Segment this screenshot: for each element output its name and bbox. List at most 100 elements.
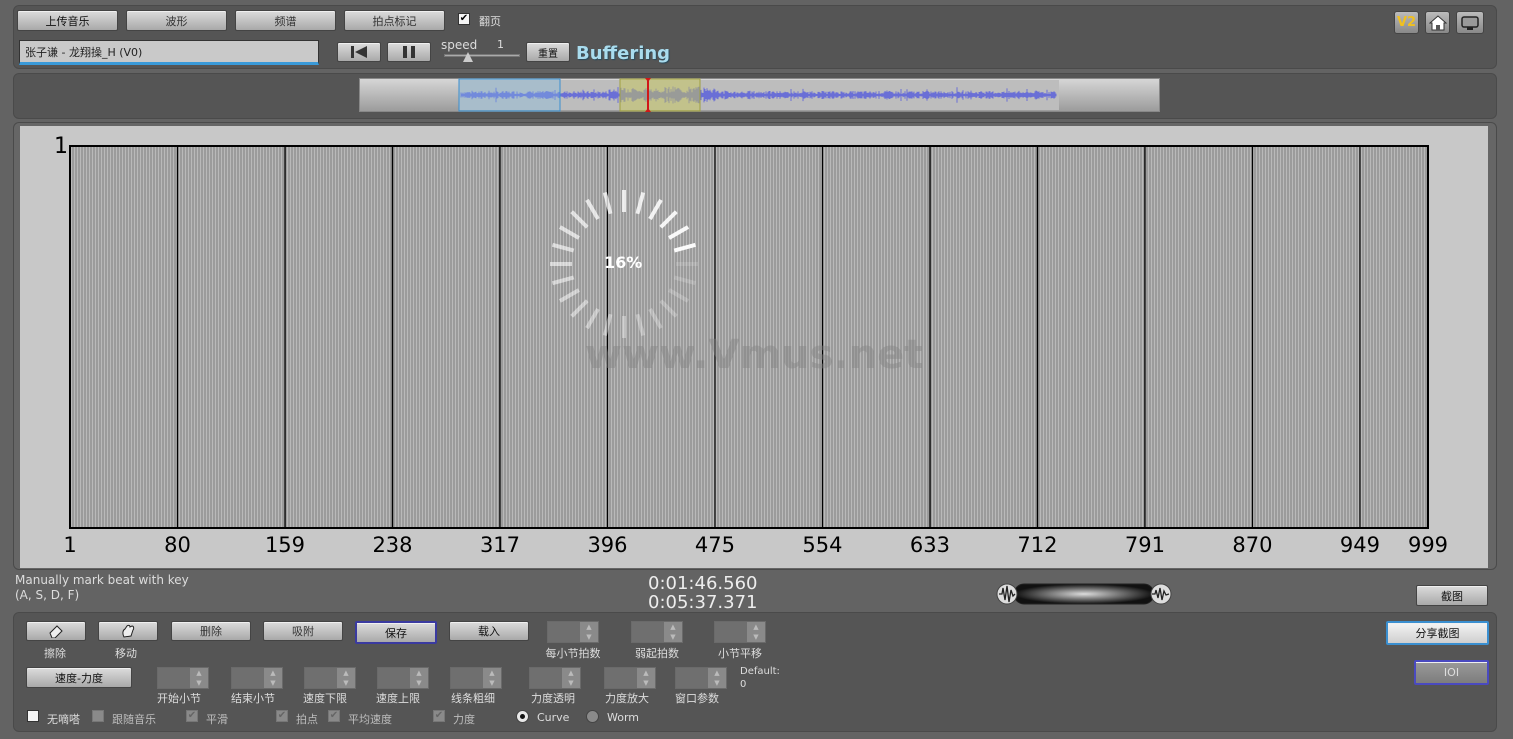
skip-to-start-button[interactable] [337, 42, 381, 62]
start-bar-label: 开始小节 [157, 692, 201, 705]
smooth-checkbox[interactable]: ✔ [186, 710, 198, 722]
time-total: 0:05:37.371 [648, 592, 758, 613]
follow-music-label: 跟随音乐 [112, 713, 156, 726]
erase-label: 擦除 [44, 647, 66, 660]
beats-per-bar-stepper[interactable]: ▲ ▼ [547, 621, 599, 643]
force-scale-stepper[interactable]: ▲ ▼ [604, 667, 656, 689]
x-tick-label: 554 [802, 533, 843, 557]
force-scale-label: 力度放大 [605, 692, 649, 705]
x-tick-label: 633 [909, 533, 951, 557]
move-button[interactable] [98, 621, 158, 641]
snap-button[interactable]: 吸附 [263, 621, 343, 641]
x-tick-label: 791 [1124, 533, 1166, 557]
overview-view-window [458, 78, 561, 112]
speed-force-button[interactable]: 速度-力度 [26, 667, 132, 688]
speed-slider-handle[interactable] [463, 52, 473, 62]
x-tick-label: 999 [1407, 533, 1449, 557]
hint-line-1: Manually mark beat with key [15, 573, 189, 587]
beat-point-checkbox[interactable]: ✔ [276, 710, 288, 722]
watermark: www.Vmus.net [585, 332, 923, 378]
x-tick-label: 712 [1017, 533, 1058, 557]
beat-mark-button[interactable]: 拍点标记 [344, 10, 445, 31]
window-param-stepper[interactable]: ▲ ▼ [675, 667, 727, 689]
overview-waveform[interactable] [359, 78, 1160, 112]
erase-button[interactable] [26, 621, 86, 641]
worm-label: Worm [607, 711, 640, 724]
skip-back-icon [351, 46, 367, 58]
home-button[interactable] [1425, 11, 1450, 34]
speed-value: 1 [497, 38, 504, 51]
follow-music-checkbox[interactable] [92, 710, 104, 722]
window-param-label: 窗口参数 [675, 692, 719, 705]
pause-button[interactable] [387, 42, 431, 62]
monitor-icon [1461, 15, 1479, 30]
loading-percent: 16% [604, 253, 643, 272]
default-value: 0 [740, 679, 747, 690]
line-width-stepper[interactable]: ▲ ▼ [450, 667, 502, 689]
curve-radio[interactable] [516, 710, 529, 723]
x-tick-label: 80 [164, 533, 191, 557]
end-bar-label: 结束小节 [231, 692, 275, 705]
x-tick-label: 475 [694, 533, 736, 557]
page-turn-checkbox[interactable]: ✔ [458, 13, 470, 25]
speed-label: speed [441, 38, 478, 52]
line-width-label: 线条粗细 [451, 692, 495, 705]
time-current: 0:01:46.560 [648, 573, 758, 594]
end-bar-stepper[interactable]: ▲ ▼ [231, 667, 283, 689]
worm-radio[interactable] [586, 710, 599, 723]
reset-button[interactable]: 重置 [526, 42, 570, 62]
song-title-field[interactable]: 张子谦 - 龙翔操_H (V0) [19, 40, 319, 65]
page-turn-label: 翻页 [479, 15, 501, 28]
volume-control[interactable] [996, 582, 1172, 606]
speed-min-stepper[interactable]: ▲ ▼ [304, 667, 356, 689]
overview-selection [619, 78, 701, 112]
speed-min-label: 速度下限 [303, 692, 347, 705]
buffering-text: Buffering [576, 43, 671, 64]
beat-chart[interactable]: www.Vmus.net [20, 126, 1488, 568]
beats-per-bar-label: 每小节拍数 [545, 647, 601, 660]
x-tick-label: 949 [1339, 533, 1380, 557]
speed-max-stepper[interactable]: ▲ ▼ [377, 667, 429, 689]
bar-shift-label: 小节平移 [718, 647, 762, 660]
x-tick-label: 396 [587, 533, 628, 557]
x-tick-label: 870 [1232, 533, 1273, 557]
version-badge[interactable]: V2 [1394, 11, 1419, 34]
home-icon [1428, 14, 1447, 30]
delete-button[interactable]: 删除 [171, 621, 251, 641]
force-transparency-stepper[interactable]: ▲ ▼ [529, 667, 581, 689]
no-metronome-label: 无嘀嗒 [47, 713, 80, 726]
waveform-button[interactable]: 波形 [126, 10, 227, 31]
force-label: 力度 [453, 713, 475, 726]
no-metronome-checkbox[interactable] [27, 710, 39, 722]
share-screenshot-button[interactable]: 分享截图 [1386, 621, 1489, 645]
save-button[interactable]: 保存 [355, 621, 437, 644]
fullscreen-button[interactable] [1456, 11, 1484, 34]
pickup-beats-stepper[interactable]: ▲ ▼ [631, 621, 683, 643]
load-button[interactable]: 载入 [449, 621, 529, 641]
smooth-label: 平滑 [206, 713, 228, 726]
hint-line-2: (A, S, D, F) [15, 588, 80, 602]
x-tick-label: 1 [63, 533, 77, 557]
bar-shift-stepper[interactable]: ▲ ▼ [714, 621, 766, 643]
upload-music-button[interactable]: 上传音乐 [17, 10, 118, 31]
speed-slider[interactable] [444, 54, 520, 57]
eraser-icon [49, 625, 63, 638]
avg-speed-checkbox[interactable]: ✔ [328, 710, 340, 722]
move-label: 移动 [115, 647, 137, 660]
force-transparency-label: 力度透明 [531, 692, 575, 705]
default-label: Default: [740, 666, 780, 677]
start-bar-stepper[interactable]: ▲ ▼ [157, 667, 209, 689]
beat-point-label: 拍点 [296, 713, 318, 726]
curve-label: Curve [537, 711, 570, 724]
x-tick-label: 317 [479, 533, 521, 557]
x-tick-label: 238 [372, 533, 413, 557]
pickup-beats-label: 弱起拍数 [635, 647, 679, 660]
hand-icon [122, 624, 135, 638]
screenshot-button[interactable]: 截图 [1416, 585, 1488, 606]
force-checkbox[interactable]: ✔ [433, 710, 445, 722]
speed-max-label: 速度上限 [376, 692, 420, 705]
spectrum-button[interactable]: 频谱 [235, 10, 336, 31]
avg-speed-label: 平均速度 [348, 713, 392, 726]
x-tick-label: 159 [264, 533, 306, 557]
ioi-button[interactable]: IOI [1414, 660, 1489, 685]
